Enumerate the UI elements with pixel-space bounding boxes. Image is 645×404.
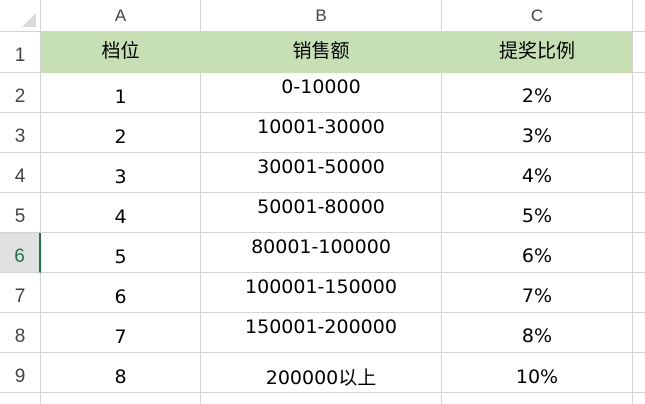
table-cell-sales[interactable]: 200000以上 [201, 353, 442, 393]
row-header-3[interactable]: 3 [0, 113, 41, 153]
row-header-6[interactable]: 6 [0, 233, 41, 273]
cell-empty[interactable] [633, 233, 645, 273]
cell-empty[interactable] [201, 393, 442, 404]
table-cell-tier[interactable]: 6 [41, 273, 201, 313]
row-header-7[interactable]: 7 [0, 273, 41, 313]
cell-empty[interactable] [633, 313, 645, 353]
select-all-icon [22, 13, 36, 27]
row-header-2[interactable]: 2 [0, 73, 41, 113]
table-cell-rate[interactable]: 7% [442, 273, 633, 313]
table-cell-tier[interactable]: 3 [41, 153, 201, 193]
table-cell-tier[interactable]: 1 [41, 73, 201, 113]
table-cell-rate[interactable]: 4% [442, 153, 633, 193]
row-header-10-partial[interactable] [0, 393, 41, 404]
row-header-9[interactable]: 9 [0, 353, 41, 393]
cell-empty[interactable] [41, 393, 201, 404]
table-cell-tier[interactable]: 8 [41, 353, 201, 393]
table-cell-sales[interactable]: 100001-150000 [201, 273, 442, 313]
table-cell-tier[interactable]: 4 [41, 193, 201, 233]
row-header-1[interactable]: 1 [0, 32, 41, 73]
cell-empty[interactable] [633, 193, 645, 233]
cell-empty[interactable] [442, 393, 633, 404]
table-cell-rate[interactable]: 10% [442, 353, 633, 393]
header-cell-sales[interactable]: 销售额 [201, 32, 442, 73]
table-cell-tier[interactable]: 5 [41, 233, 201, 273]
header-cell-tier[interactable]: 档位 [41, 32, 201, 73]
row-header-5[interactable]: 5 [0, 193, 41, 233]
column-header-d-partial[interactable] [633, 0, 645, 32]
table-cell-sales[interactable]: 10001-30000 [201, 113, 442, 153]
header-cell-commission-rate[interactable]: 提奖比例 [442, 32, 633, 73]
table-cell-sales[interactable]: 150001-200000 [201, 313, 442, 353]
row-header-4[interactable]: 4 [0, 153, 41, 193]
cell-empty[interactable] [633, 73, 645, 113]
table-cell-tier[interactable]: 7 [41, 313, 201, 353]
cell-empty[interactable] [633, 353, 645, 393]
table-cell-sales[interactable]: 30001-50000 [201, 153, 442, 193]
column-header-c[interactable]: C [442, 0, 633, 32]
cell-empty[interactable] [633, 273, 645, 313]
table-cell-rate[interactable]: 8% [442, 313, 633, 353]
cell-empty[interactable] [633, 113, 645, 153]
cell-empty[interactable] [633, 393, 645, 404]
table-cell-rate[interactable]: 6% [442, 233, 633, 273]
table-cell-rate[interactable]: 3% [442, 113, 633, 153]
column-header-a[interactable]: A [41, 0, 201, 32]
cell-empty[interactable] [633, 153, 645, 193]
table-cell-sales[interactable]: 50001-80000 [201, 193, 442, 233]
table-cell-sales[interactable]: 0-10000 [201, 73, 442, 113]
column-header-b[interactable]: B [201, 0, 442, 32]
table-cell-rate[interactable]: 2% [442, 73, 633, 113]
select-all-button[interactable] [0, 0, 41, 32]
table-cell-sales[interactable]: 80001-100000 [201, 233, 442, 273]
table-cell-tier[interactable]: 2 [41, 113, 201, 153]
row-header-8[interactable]: 8 [0, 313, 41, 353]
spreadsheet-grid: A B C 1 2 3 4 5 6 7 8 9 档位 销售额 提奖比例 1 0-… [0, 0, 645, 404]
cell-empty[interactable] [633, 32, 645, 73]
table-cell-rate[interactable]: 5% [442, 193, 633, 233]
